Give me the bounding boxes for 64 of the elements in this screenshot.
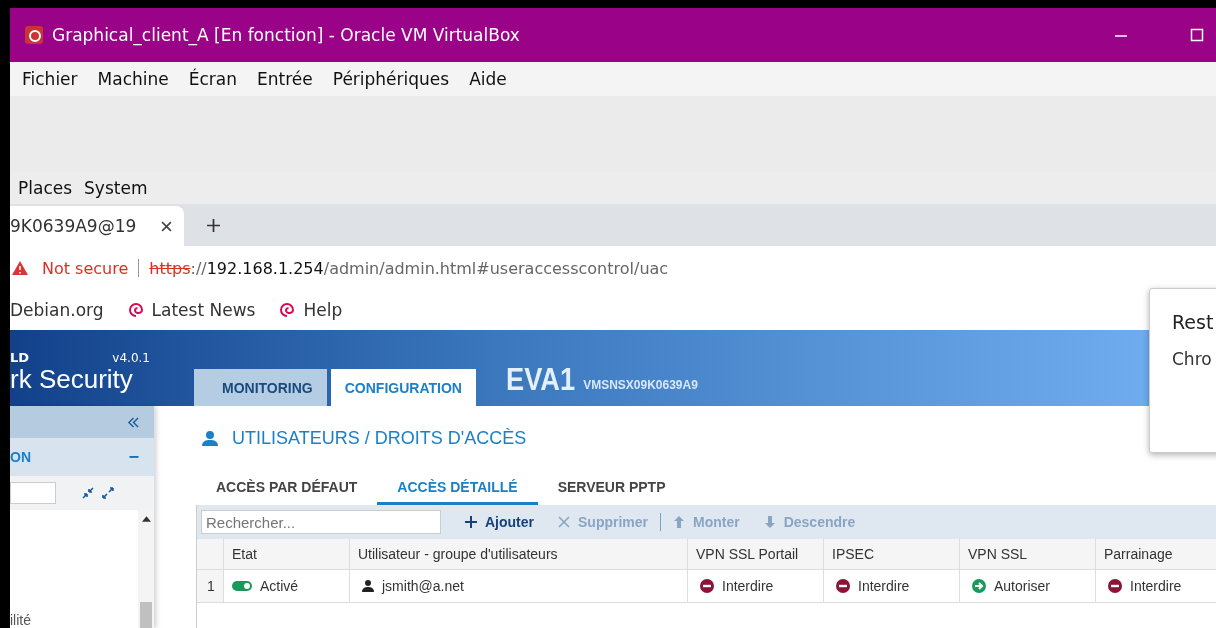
url-text[interactable]: https://192.168.1.254/admin/admin.html#useraccesscontrol/uac (149, 258, 669, 278)
app-logo-icon (24, 25, 44, 45)
minus-icon[interactable] (128, 455, 140, 459)
search-field[interactable]: Rechercher... (201, 510, 441, 534)
bookmark-link[interactable]: Latest News (151, 300, 256, 320)
menu-item[interactable]: Fichier (22, 69, 78, 89)
table-cell: Interdire (1130, 578, 1182, 594)
scroll-up-icon[interactable] (141, 516, 151, 522)
menu-item[interactable]: Écran (188, 69, 237, 89)
user-icon (202, 430, 218, 446)
version-text: v4.0.1 (112, 350, 150, 365)
menu-item[interactable]: Entrée (257, 69, 313, 89)
new-tab-icon[interactable] (206, 218, 221, 233)
maximize-icon[interactable] (1190, 28, 1204, 42)
swirl-icon (127, 302, 144, 318)
menu-item[interactable]: System (84, 178, 148, 198)
cross-icon (558, 516, 570, 528)
column-header[interactable]: Etat (224, 539, 350, 569)
browser-tab[interactable]: 9K0639A9@19 (10, 206, 184, 246)
expand-all-icon[interactable] (102, 487, 114, 499)
device-name: EVA1 (505, 361, 575, 398)
column-header[interactable]: IPSEC (824, 539, 960, 569)
bookmark-link[interactable]: Debian.org (10, 300, 104, 320)
nav-tab[interactable]: CONFIGURATION (330, 369, 476, 406)
toggle-switch[interactable] (232, 581, 252, 591)
scrollbar[interactable] (138, 510, 154, 628)
down-arrow-icon (763, 516, 776, 528)
sidebar-item[interactable]: ilité (10, 612, 31, 628)
scrollbar-thumb[interactable] (140, 602, 152, 628)
up-arrow-icon (673, 516, 685, 528)
close-icon[interactable] (161, 220, 172, 232)
popup-text: Chro (1172, 349, 1213, 369)
column-header[interactable]: Parrainage (1096, 539, 1216, 569)
security-label[interactable]: Not secure (42, 258, 129, 278)
popup-title: Rest (1172, 311, 1215, 333)
table-cell: jsmith@a.net (382, 578, 464, 594)
brand-text: LD (10, 349, 30, 365)
row-number: 1 (197, 570, 224, 602)
nav-tab[interactable]: MONITORING (194, 369, 327, 406)
user-icon (362, 580, 374, 592)
sidebar-search-field[interactable] (10, 482, 56, 504)
plus-icon (465, 516, 477, 528)
table-cell: Interdire (722, 578, 774, 594)
device-serial: VMSNSX09K0639A9 (583, 378, 698, 392)
menu-item[interactable]: Périphériques (332, 69, 450, 89)
column-header[interactable]: VPN SSL Portail (688, 539, 824, 569)
menu-item[interactable]: Aide (469, 69, 507, 89)
collapse-icon[interactable] (127, 416, 140, 428)
collapse-all-icon[interactable] (82, 487, 94, 499)
add-button[interactable]: Ajouter (465, 514, 534, 530)
column-header[interactable]: Utilisateur - groupe d'utilisateurs (350, 539, 688, 569)
bookmark-link[interactable]: Help (303, 300, 343, 320)
column-header[interactable]: VPN SSL (960, 539, 1096, 569)
table-cell: Interdire (858, 578, 910, 594)
brand-name: rk Security (10, 364, 134, 393)
section-tab[interactable]: SERVEUR PPTP (537, 472, 686, 505)
section-tab[interactable]: ACCÈS PAR DÉFAUT (196, 472, 378, 505)
table-cell: Autoriser (994, 578, 1051, 594)
table-cell: Activé (260, 578, 299, 594)
page-title: UTILISATEURS / DROITS D'ACCÈS (232, 427, 527, 449)
menu-item[interactable]: Machine (97, 69, 169, 89)
window-title: Graphical_client_A [En fonction] - Oracle VM VirtualBox (52, 25, 520, 45)
menu-item[interactable]: Places (18, 178, 73, 198)
swirl-icon (279, 302, 296, 318)
